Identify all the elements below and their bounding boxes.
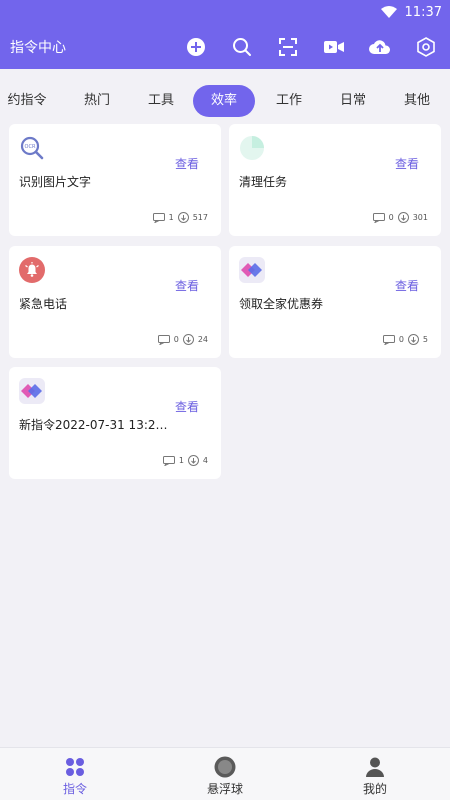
comment-count: 0	[173, 335, 179, 344]
command-card[interactable]: 查看 清理任务 0 301	[229, 124, 441, 236]
card-stats: 0 5	[379, 334, 428, 345]
download-icon	[177, 212, 189, 223]
comment-count: 1	[178, 456, 184, 465]
tab-tools[interactable]: 工具	[136, 85, 186, 117]
download-icon	[187, 455, 199, 466]
card-title: 新指令2022-07-31 13:20:...	[19, 418, 169, 432]
scan-icon[interactable]	[276, 35, 300, 59]
tab-daily[interactable]: 日常	[328, 85, 378, 117]
svg-text:OCR: OCR	[25, 144, 36, 150]
app-logo-icon	[239, 257, 265, 283]
wifi-icon	[380, 6, 397, 18]
cleanup-icon	[239, 135, 265, 161]
download-count: 5	[422, 335, 428, 344]
app-header: 指令中心	[0, 24, 450, 69]
tab-efficiency[interactable]: 效率	[193, 85, 255, 117]
comment-count: 0	[398, 335, 404, 344]
command-card[interactable]: 查看 紧急电话 0 24	[9, 246, 221, 358]
nav-label: 我的	[362, 782, 387, 796]
card-stats: 1 4	[159, 455, 208, 466]
settings-icon[interactable]	[414, 35, 438, 59]
nav-floating-ball[interactable]: 悬浮球	[185, 756, 265, 797]
command-card[interactable]: 查看 领取全家优惠券 0 5	[229, 246, 441, 358]
comment-icon	[382, 334, 395, 345]
download-count: 301	[412, 213, 428, 222]
comment-icon	[162, 455, 175, 466]
cloud-upload-icon[interactable]	[368, 35, 392, 59]
tab-work[interactable]: 工作	[264, 85, 314, 117]
status-bar: 11:37	[0, 0, 450, 24]
card-title: 识别图片文字	[19, 175, 92, 189]
card-stats: 0 24	[154, 334, 208, 345]
download-count: 4	[202, 456, 208, 465]
tab-other[interactable]: 其他	[392, 85, 442, 117]
view-button[interactable]: 查看	[395, 155, 419, 172]
user-icon	[335, 756, 415, 778]
status-time: 11:37	[404, 4, 442, 20]
grid-dots-icon	[35, 756, 115, 778]
category-tabs: 约指令 热门 工具 效率 工作 日常 其他	[0, 69, 450, 123]
download-count: 517	[192, 213, 208, 222]
download-icon	[397, 212, 409, 223]
card-title: 紧急电话	[19, 297, 68, 311]
page-title: 指令中心	[10, 39, 66, 56]
download-icon	[182, 334, 194, 345]
tab-hot[interactable]: 热门	[72, 85, 122, 117]
nav-label: 悬浮球	[206, 782, 243, 796]
command-card[interactable]: 查看 新指令2022-07-31 13:20:... 1 4	[9, 367, 221, 479]
alarm-bell-icon	[19, 257, 45, 283]
ocr-magnifier-icon: OCR	[19, 135, 45, 161]
view-button[interactable]: 查看	[175, 398, 199, 415]
tab-yue[interactable]: 约指令	[0, 85, 54, 117]
nav-label: 指令	[62, 782, 87, 796]
nav-commands[interactable]: 指令	[35, 756, 115, 797]
comment-icon	[372, 212, 385, 223]
card-title: 清理任务	[239, 175, 288, 189]
search-icon[interactable]	[230, 35, 254, 59]
video-icon[interactable]	[322, 35, 346, 59]
view-button[interactable]: 查看	[175, 277, 199, 294]
floating-ball-icon	[185, 756, 265, 778]
view-button[interactable]: 查看	[175, 155, 199, 172]
comment-count: 0	[388, 213, 394, 222]
card-stats: 1 517	[149, 212, 208, 223]
download-icon	[407, 334, 419, 345]
add-icon[interactable]	[184, 35, 208, 59]
download-count: 24	[197, 335, 208, 344]
comment-icon	[157, 334, 170, 345]
view-button[interactable]: 查看	[395, 277, 419, 294]
nav-profile[interactable]: 我的	[335, 756, 415, 797]
card-title: 领取全家优惠券	[239, 297, 324, 311]
comment-icon	[152, 212, 165, 223]
card-stats: 0 301	[369, 212, 428, 223]
command-card[interactable]: OCR 查看 识别图片文字 1 517	[9, 124, 221, 236]
comment-count: 1	[168, 213, 174, 222]
bottom-nav: 指令 悬浮球 我的	[0, 747, 450, 800]
app-logo-icon	[19, 378, 45, 404]
